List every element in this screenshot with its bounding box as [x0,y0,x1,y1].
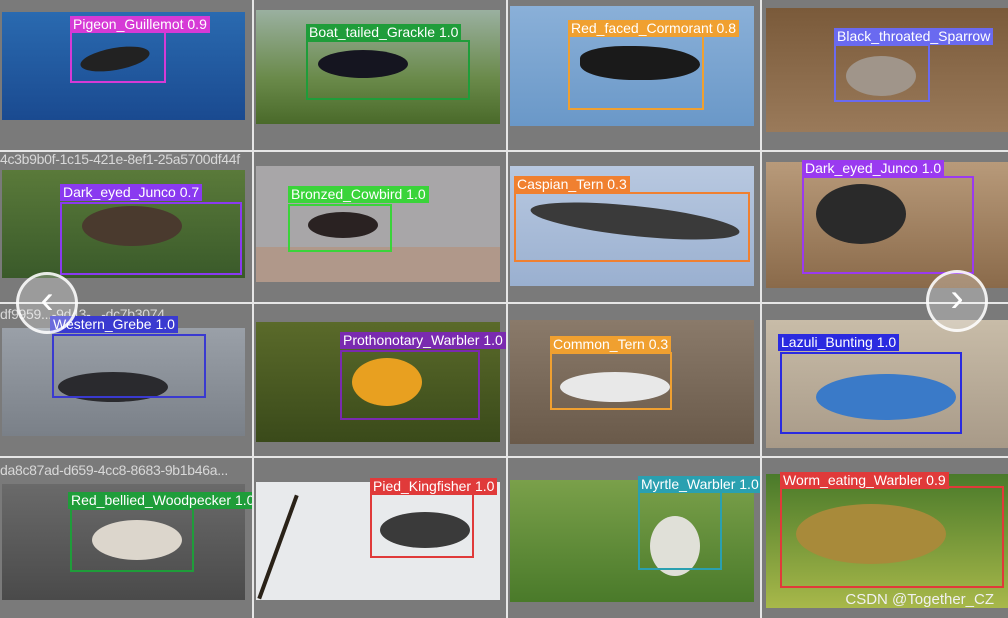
file-name: 4c3b9b0f-1c15-421e-8ef1-25a5700df44f [0,154,240,167]
watermark: CSDN @Together_CZ [845,591,994,608]
detection-label: Lazuli_Bunting 1.0 [778,334,900,351]
detection-label: Red_bellied_Woodpecker 1.0 [68,492,252,509]
grid-cell[interactable]: Boat_tailed_Grackle 1.0 [254,0,506,154]
detection-label: Boat_tailed_Grackle 1.0 [306,24,462,41]
detection-box [70,30,166,83]
detection-box [60,202,242,275]
detection-box [306,40,470,100]
detection-label: Prothonotary_Warbler 1.0 [340,332,506,349]
detection-box [638,490,722,570]
detection-label: Bronzed_Cowbird 1.0 [288,186,429,203]
detection-label: Pied_Kingfisher 1.0 [370,478,498,495]
grid-divider [506,0,508,618]
grid-divider [0,150,1008,152]
detection-box [52,334,206,398]
detection-box [802,176,974,274]
grid-cell[interactable]: Bronzed_Cowbird 1.0 [254,154,506,308]
previous-button[interactable]: ‹ [16,272,78,334]
detection-box [288,204,392,252]
image-grid: Pigeon_Guillemot 0.9 Boat_tailed_Grackle… [0,0,1008,618]
grid-cell[interactable]: da8c87ad-d659-4cc8-8683-9b1b46a... Red_b… [0,460,252,614]
detection-box [340,350,480,420]
grid-cell[interactable]: Common_Tern 0.3 [508,306,760,460]
detection-label: Myrtle_Warbler 1.0 [638,476,760,493]
detection-box [780,486,1004,588]
detection-label: Dark_eyed_Junco 1.0 [802,160,945,177]
detection-label: Dark_eyed_Junco 0.7 [60,184,203,201]
grid-cell[interactable]: Pied_Kingfisher 1.0 [254,460,506,614]
grid-cell[interactable]: Caspian_Tern 0.3 [508,154,760,308]
detection-label: Black_throated_Sparrow [834,28,994,45]
next-button[interactable]: › [926,270,988,332]
grid-cell[interactable]: Prothonotary_Warbler 1.0 [254,306,506,460]
grid-divider [760,0,762,618]
detection-label: Common_Tern 0.3 [550,336,672,353]
detection-label: Worm_eating_Warbler 0.9 [780,472,949,489]
detection-box [70,508,194,572]
detection-box [780,352,962,434]
chevron-right-icon: › [950,276,964,320]
branch [257,494,299,600]
grid-cell[interactable]: Lazuli_Bunting 1.0 [762,306,1008,460]
detection-box [550,352,672,410]
grid-divider [0,302,1008,304]
grid-divider [0,456,1008,458]
grid-divider [252,0,254,618]
detection-label: Pigeon_Guillemot 0.9 [70,16,210,33]
detection-box [370,490,474,558]
detection-box [514,192,750,262]
file-name: da8c87ad-d659-4cc8-8683-9b1b46a... [0,462,228,478]
chevron-left-icon: ‹ [40,278,54,322]
grid-cell[interactable]: Red_faced_Cormorant 0.8 [508,0,760,154]
detection-label: Caspian_Tern 0.3 [514,176,630,193]
grid-cell[interactable]: Pigeon_Guillemot 0.9 [0,0,252,154]
detection-label: Red_faced_Cormorant 0.8 [568,20,739,37]
grid-cell[interactable]: Myrtle_Warbler 1.0 [508,460,760,614]
grid-cell[interactable]: Black_throated_Sparrow [762,0,1008,154]
detection-box [834,44,930,102]
detection-box [568,34,704,110]
